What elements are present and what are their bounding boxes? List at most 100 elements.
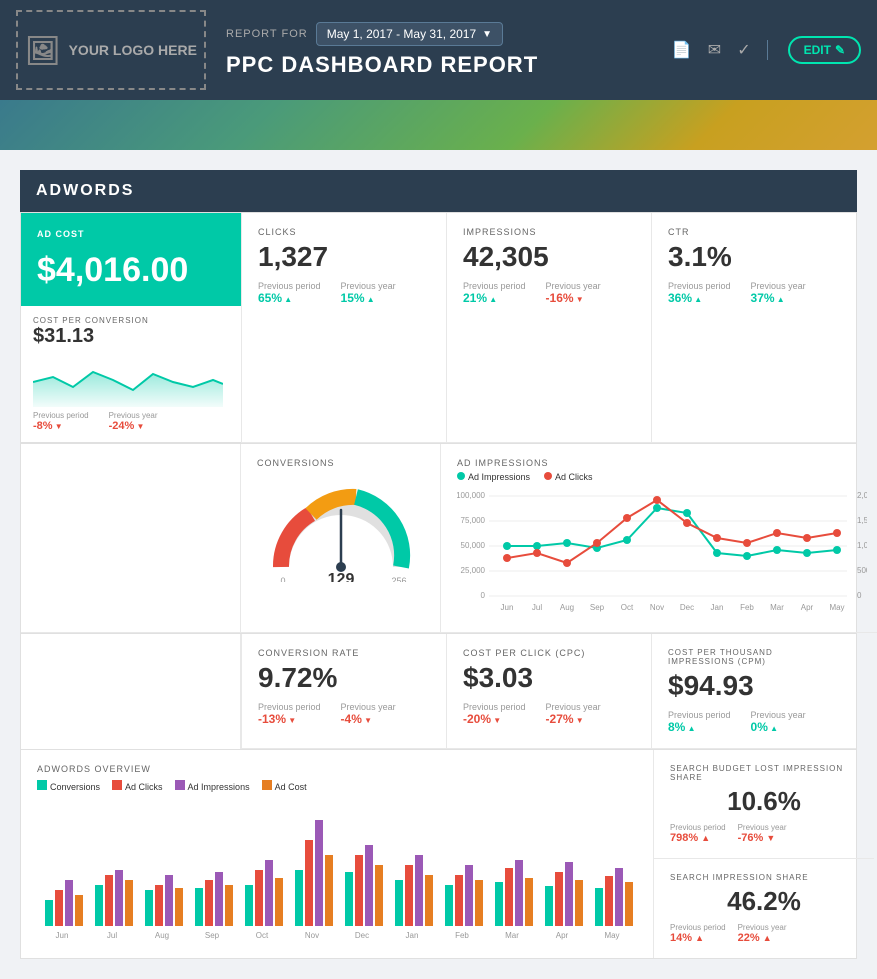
date-range-dropdown[interactable]: May 1, 2017 - May 31, 2017 ▼ [316,22,503,46]
cost-per-conv-value: $31.13 [33,325,229,348]
cpm-prev-period-value: 8% [668,720,731,734]
adwords-row1: AD COST $4,016.00 COST PER CONVERSION $3… [20,212,857,444]
page-title: PPC DASHBOARD REPORT [226,52,672,78]
svg-text:0: 0 [280,576,285,582]
search-budget-prev-year: Previous year -76% ▼ [738,823,787,844]
search-budget-prev-period-value: 798% ▲ [670,832,726,844]
svg-text:Dec: Dec [355,931,369,940]
search-budget-prev-period: Previous period 798% ▲ [670,823,726,844]
cpc-card: COST PER CLICK (CPC) $3.03 Previous peri… [446,634,651,749]
svg-text:May: May [604,931,619,940]
svg-text:2,000: 2,000 [857,491,867,500]
search-budget-prev: Previous period 798% ▲ Previous year -76… [670,823,858,844]
email-icon[interactable]: ✉ [708,40,721,60]
ctr-label: CTR [668,227,840,237]
clicks-card: CLICKS 1,327 Previous period 65% Previou… [241,213,446,443]
ad-cost-prev-period-value: -8% [33,420,89,432]
svg-text:Aug: Aug [560,603,574,612]
color-bar [0,100,877,150]
ctr-prev-period: Previous period 36% [668,281,731,305]
adwords-row4: ADWORDS OVERVIEW Conversions Ad Clicks A… [20,750,857,959]
svg-text:Sep: Sep [205,931,220,940]
ctr-prev: Previous period 36% Previous year 37% [668,281,840,305]
overview-label: ADWORDS OVERVIEW [37,764,637,774]
overview-card: ADWORDS OVERVIEW Conversions Ad Clicks A… [21,750,654,958]
ad-cost-prev-period: Previous period -8% [33,411,89,432]
svg-text:Jan: Jan [406,931,419,940]
svg-text:Jan: Jan [711,603,724,612]
chart-legend: Ad Impressions Ad Clicks [457,472,867,482]
svg-text:1,000: 1,000 [857,541,867,550]
cpm-prev-year-value: 0% [751,720,806,734]
impressions-prev-year: Previous year -16% [546,281,601,305]
impressions-prev: Previous period 21% Previous year -16% [463,281,635,305]
impressions-label: IMPRESSIONS [463,227,635,237]
ad-cost-prev-year: Previous year -24% [109,411,158,432]
cpm-prev-year: Previous year 0% [751,710,806,734]
check-icon[interactable]: ✓ [737,40,750,60]
svg-text:Jun: Jun [501,603,514,612]
legend-conversions: Conversions [37,780,100,792]
svg-text:129: 129 [327,571,354,582]
svg-text:Mar: Mar [505,931,519,940]
pdf-icon[interactable]: 📄 [672,40,692,60]
svg-text:Jun: Jun [56,931,69,940]
cpc-prev-period: Previous period -20% [463,702,526,726]
conversion-rate-value: 9.72% [258,662,430,694]
impressions-prev-period-value: 21% [463,291,526,305]
search-impression-prev-year-value: 22% ▲ [738,932,787,944]
legend-ad-impressions: Ad Impressions [175,780,250,792]
conv-rate-prev-period-value: -13% [258,712,321,726]
impressions-prev-year-value: -16% [546,291,601,305]
search-budget-value: 10.6% [670,786,858,817]
impressions-prev-period: Previous period 21% [463,281,526,305]
cost-per-conv-panel: COST PER CONVERSION $31.13 Previo [21,306,241,442]
header-center: REPORT FOR May 1, 2017 - May 31, 2017 ▼ … [206,22,672,78]
impressions-value: 42,305 [463,241,635,273]
svg-text:75,000: 75,000 [461,516,486,525]
dropdown-chevron-icon: ▼ [482,29,492,40]
header-actions: 📄 ✉ ✓ EDIT ✎ [672,36,861,64]
svg-text:0: 0 [481,591,486,600]
edit-button[interactable]: EDIT ✎ [788,36,861,64]
conversion-rate-card: CONVERSION RATE 9.72% Previous period -1… [241,634,446,749]
ad-impressions-label: AD IMPRESSIONS [457,458,867,468]
svg-text:Apr: Apr [801,603,814,612]
svg-text:Apr: Apr [556,931,569,940]
svg-text:50,000: 50,000 [461,541,486,550]
svg-text:Nov: Nov [305,931,319,940]
edit-pencil-icon: ✎ [835,43,845,57]
clicks-prev-year-value: 15% [341,291,396,305]
svg-text:Sep: Sep [590,603,605,612]
clicks-prev-year: Previous year 15% [341,281,396,305]
ad-impressions-svg: 100,000 75,000 50,000 25,000 0 2,000 1,5… [457,488,867,618]
report-for-label: REPORT FOR [226,28,308,40]
conversion-rate-prev: Previous period -13% Previous year -4% [258,702,430,726]
cost-per-conv-label: COST PER CONVERSION [33,316,229,325]
search-impression-label: SEARCH IMPRESSION SHARE [670,873,858,882]
edit-label: EDIT [804,43,831,57]
date-range-value: May 1, 2017 - May 31, 2017 [327,27,476,41]
ctr-value: 3.1% [668,241,840,273]
svg-text:Mar: Mar [770,603,784,612]
svg-text:Nov: Nov [650,603,664,612]
ad-impressions-chart-card: AD IMPRESSIONS Ad Impressions Ad Clicks … [441,444,877,633]
search-impression-prev-year: Previous year 22% ▲ [738,923,787,944]
adwords-row3: CONVERSION RATE 9.72% Previous period -1… [20,634,857,750]
search-impression-card: SEARCH IMPRESSION SHARE 46.2% Previous p… [654,859,874,958]
overview-legend: Conversions Ad Clicks Ad Impressions Ad … [37,780,637,792]
ctr-prev-year-value: 37% [751,291,806,305]
ctr-prev-year: Previous year 37% [751,281,806,305]
gauge-container: 129 0 256 [257,472,424,582]
ctr-prev-period-value: 36% [668,291,731,305]
adwords-label: ADWORDS [36,182,134,199]
ad-cost-spacer [21,444,241,633]
svg-text:May: May [829,603,844,612]
search-budget-prev-year-value: -76% ▼ [738,832,787,844]
cpm-prev: Previous period 8% Previous year 0% [668,710,840,734]
cpm-label: COST PER THOUSAND IMPRESSIONS (CPM) [668,648,840,666]
svg-text:Jul: Jul [532,603,542,612]
ad-cost-card: AD COST $4,016.00 COST PER CONVERSION $3… [21,213,241,443]
clicks-prev-period-value: 65% [258,291,321,305]
cpc-prev: Previous period -20% Previous year -27% [463,702,635,726]
